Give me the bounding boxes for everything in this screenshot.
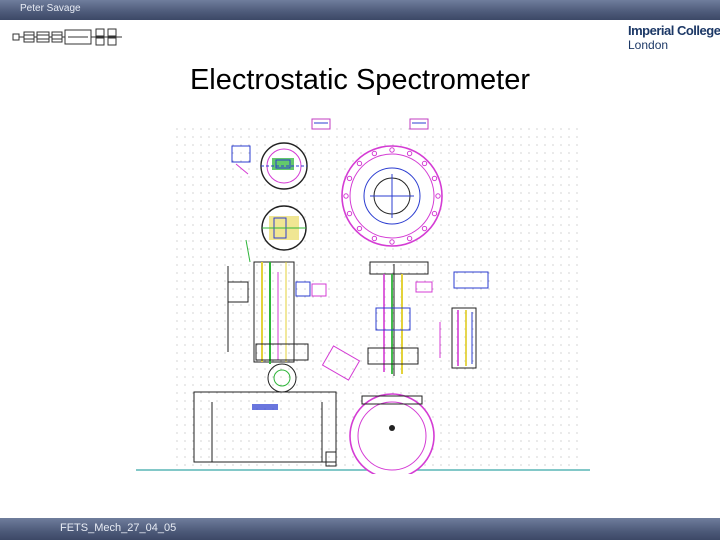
slide-title: Electrostatic Spectrometer: [189, 64, 531, 96]
spectrometer-drawing: [136, 118, 590, 474]
institution-city: London: [628, 38, 669, 52]
top-bar: Peter Savage: [0, 0, 720, 20]
institution-name: Imperial College: [628, 23, 720, 38]
imperial-college-logo: Imperial College London: [628, 23, 720, 53]
author-label: Peter Savage: [20, 3, 81, 14]
footer-reference: FETS_Mech_27_04_05: [60, 522, 177, 534]
beamline-schematic-icon: [12, 28, 122, 46]
bottom-bar: FETS_Mech_27_04_05: [0, 518, 720, 540]
